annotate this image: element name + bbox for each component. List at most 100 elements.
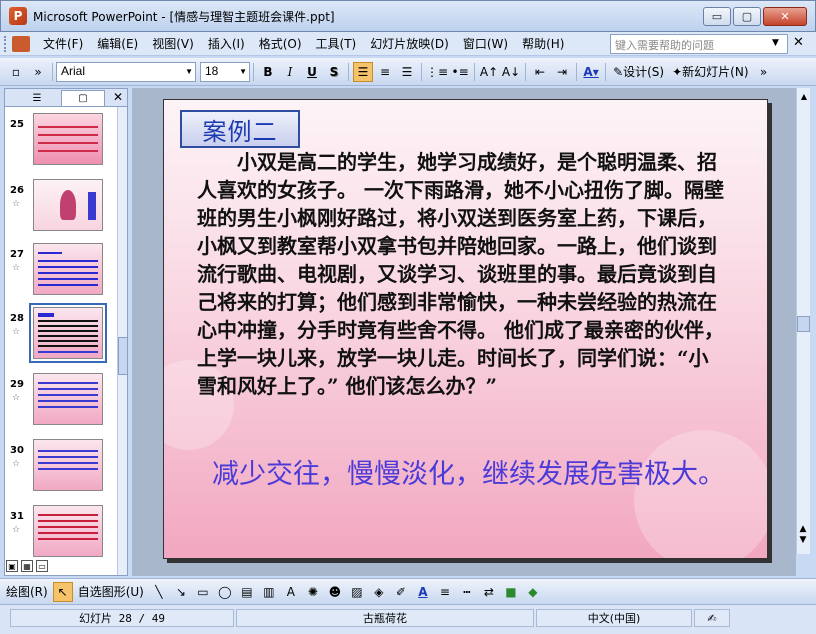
fill-color-icon[interactable]: ◈ <box>369 582 389 602</box>
slide-thumbnail-row[interactable]: 28 ☆ <box>5 303 117 365</box>
slide-vertical-scrollbar[interactable]: ▲ <box>796 88 810 554</box>
slide-thumbnail[interactable] <box>33 113 103 165</box>
scroll-up-icon[interactable]: ▲ <box>798 90 810 102</box>
slide-editing-area: 案例二 小双是高二的学生，她学习成绩好，是个聪明温柔、招人喜欢的女孩子。 一次下… <box>132 88 796 576</box>
menu-format[interactable]: 格式(O) <box>252 35 309 52</box>
toolbar-options-icon[interactable]: » <box>28 62 48 82</box>
minimize-button[interactable]: ▭ <box>703 7 731 26</box>
new-document-icon[interactable]: ▫ <box>6 62 26 82</box>
underline-button[interactable]: U <box>302 62 322 82</box>
tab-slides[interactable]: ▢ <box>61 90 105 106</box>
slide-thumbnail[interactable] <box>33 439 103 491</box>
arrow-tool-icon[interactable]: ↘ <box>171 582 191 602</box>
slide-thumbnail-row[interactable]: 29 ☆ <box>5 373 117 431</box>
chevron-down-icon[interactable]: ▼ <box>772 38 779 48</box>
slide-thumbnail[interactable] <box>33 505 103 557</box>
wordart-icon[interactable]: A <box>281 582 301 602</box>
textbox-tool-icon[interactable]: ▤ <box>237 582 257 602</box>
help-search-input[interactable]: 键入需要帮助的问题 <box>610 34 788 54</box>
dash-style-icon[interactable]: ┅ <box>457 582 477 602</box>
menu-help[interactable]: 帮助(H) <box>515 35 571 52</box>
font-color-icon[interactable]: A▾ <box>581 62 601 82</box>
slide-body-text[interactable]: 小双是高二的学生，她学习成绩好，是个聪明温柔、招人喜欢的女孩子。 一次下雨路滑，… <box>197 148 727 400</box>
menu-file[interactable]: 文件(F) <box>36 35 90 52</box>
vertical-textbox-icon[interactable]: ▥ <box>259 582 279 602</box>
align-center-icon[interactable]: ≡ <box>375 62 395 82</box>
line-tool-icon[interactable]: ╲ <box>149 582 169 602</box>
close-button[interactable]: ✕ <box>763 7 807 26</box>
slideshow-view-icon[interactable]: ▭ <box>36 560 48 572</box>
slide-thumbnail-selected[interactable] <box>29 303 107 363</box>
italic-button[interactable]: I <box>280 62 300 82</box>
separator <box>421 62 422 81</box>
tab-outline[interactable]: ☰ <box>15 90 59 106</box>
diagram-icon[interactable]: ✺ <box>303 582 323 602</box>
slide-number: 27 <box>10 249 24 260</box>
document-icon[interactable] <box>12 35 30 52</box>
autoshapes-menu-button[interactable]: 自选图形(U) <box>78 583 144 600</box>
slide-title[interactable]: 案例二 <box>180 110 300 148</box>
pane-close-button[interactable]: ✕ <box>113 90 123 104</box>
menu-bar: 文件(F) 编辑(E) 视图(V) 插入(I) 格式(O) 工具(T) 幻灯片放… <box>0 32 816 56</box>
new-slide-button[interactable]: ✦ 新幻灯片(N) <box>669 62 751 82</box>
arrow-style-icon[interactable]: ⇄ <box>479 582 499 602</box>
slide-thumbnail-row[interactable]: 31 ☆ <box>5 505 117 563</box>
font-color-icon[interactable]: A <box>413 582 433 602</box>
slide-thumbnail-row[interactable]: 27 ☆ <box>5 243 117 301</box>
menu-slideshow[interactable]: 幻灯片放映(D) <box>363 35 456 52</box>
3d-style-icon[interactable]: ◆ <box>523 582 543 602</box>
menu-window[interactable]: 窗口(W) <box>456 35 515 52</box>
normal-view-icon[interactable]: ▣ <box>6 560 18 572</box>
align-right-icon[interactable]: ☰ <box>397 62 417 82</box>
current-slide[interactable]: 案例二 小双是高二的学生，她学习成绩好，是个聪明温柔、招人喜欢的女孩子。 一次下… <box>163 99 768 559</box>
menu-edit[interactable]: 编辑(E) <box>90 35 145 52</box>
decrease-indent-icon[interactable]: ⇤ <box>530 62 550 82</box>
toolbar-options-icon[interactable]: » <box>754 62 774 82</box>
separator <box>576 62 578 81</box>
slide-conclusion-text[interactable]: 减少交往，慢慢淡化，继续发展危害极大。 <box>212 452 767 491</box>
menubar-grip[interactable] <box>4 35 8 52</box>
thumbnail-scrollbar[interactable] <box>117 107 128 575</box>
document-close-button[interactable]: ✕ <box>793 35 804 50</box>
separator <box>474 62 476 81</box>
restore-button[interactable]: ▢ <box>733 7 761 26</box>
slide-thumbnail[interactable] <box>33 179 103 231</box>
line-color-icon[interactable]: ✐ <box>391 582 411 602</box>
previous-slide-icon[interactable]: ▲ <box>796 524 810 535</box>
design-button[interactable]: ✎ 设计(S) <box>610 62 667 82</box>
slide-thumbnail-row[interactable]: 25 <box>5 113 117 171</box>
menu-view[interactable]: 视图(V) <box>145 35 201 52</box>
draw-menu-button[interactable]: 绘图(R) <box>6 583 48 600</box>
clipart-icon[interactable]: ☻ <box>325 582 345 602</box>
spelling-check-icon[interactable]: ✍ <box>694 609 730 627</box>
slide-thumbnail[interactable] <box>33 373 103 425</box>
oval-tool-icon[interactable]: ◯ <box>215 582 235 602</box>
slide-number: 30 <box>10 445 24 456</box>
rectangle-tool-icon[interactable]: ▭ <box>193 582 213 602</box>
slide-thumbnail-row[interactable]: 30 ☆ <box>5 439 117 497</box>
design-icon: ✎ <box>613 64 624 79</box>
decrease-font-icon[interactable]: A↓ <box>501 62 521 82</box>
increase-indent-icon[interactable]: ⇥ <box>552 62 572 82</box>
slide-thumbnail[interactable] <box>33 243 103 295</box>
shadow-button[interactable]: S <box>324 62 344 82</box>
font-name-select[interactable]: Arial ▼ <box>56 61 196 82</box>
scrollbar-thumb[interactable] <box>797 316 810 332</box>
menu-insert[interactable]: 插入(I) <box>201 35 252 52</box>
shadow-style-icon[interactable]: ■ <box>501 582 521 602</box>
select-pointer-icon[interactable]: ↖ <box>52 581 73 602</box>
align-left-icon[interactable]: ☰ <box>353 61 373 82</box>
powerpoint-app-icon[interactable]: P <box>9 7 27 25</box>
scrollbar-thumb[interactable] <box>118 337 128 375</box>
font-size-select[interactable]: 18 ▼ <box>200 61 250 82</box>
increase-font-icon[interactable]: A↑ <box>479 62 499 82</box>
picture-icon[interactable]: ▨ <box>347 582 367 602</box>
bold-button[interactable]: B <box>258 62 278 82</box>
slide-thumbnail-row[interactable]: 26 ☆ <box>5 179 117 237</box>
next-slide-icon[interactable]: ▼ <box>796 535 810 546</box>
bullets-icon[interactable]: •≡ <box>450 62 470 82</box>
line-style-icon[interactable]: ≡ <box>435 582 455 602</box>
slide-sorter-icon[interactable]: ▦ <box>21 560 33 572</box>
numbering-icon[interactable]: ⋮≡ <box>426 62 448 82</box>
menu-tools[interactable]: 工具(T) <box>309 35 364 52</box>
